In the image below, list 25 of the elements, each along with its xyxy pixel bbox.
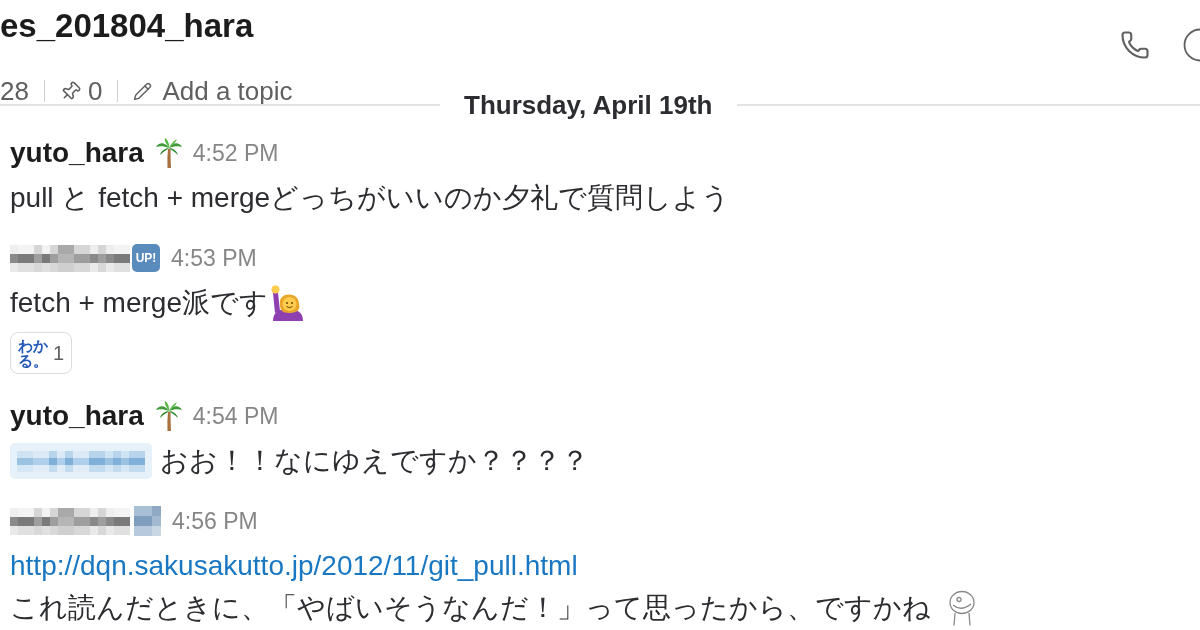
message-text: おお！！なにゆえですか？？？？ [160,444,589,478]
date-divider-label: Thursday, April 19th [463,92,714,118]
phone-icon[interactable] [1120,30,1150,60]
pixelated-emoji-icon [134,506,161,536]
up-status-badge: UP! [132,244,160,272]
reaction-count: 1 [53,342,65,364]
palm-tree-emoji-icon [155,401,182,431]
message-text: pull と fetch + mergeどっちがいいのか夕礼で質問しよう [10,181,731,215]
author-name[interactable]: yuto_hara [10,138,144,168]
author-name[interactable]: yuto_hara [10,401,144,431]
channel-name: es_201804_hara [0,6,254,46]
message-time[interactable]: 4:53 PM [171,244,257,272]
reaction-emoji: わかる。 [18,338,48,368]
pencil-icon[interactable] [133,81,153,101]
person-raising-hand-emoji-icon [270,285,306,321]
message-text: fetch + merge派です [10,286,268,320]
message-text: これ読んだときに、「やばいそうなんだ！」って思ったから、ですかね [10,591,931,625]
pinned-count[interactable]: 0 [87,76,103,106]
add-topic-link[interactable]: Add a topic [162,76,293,106]
palm-tree-emoji-icon [155,138,182,168]
message-link[interactable]: http://dqn.sakusakutto.jp/2012/11/git_pull.html [10,549,578,583]
message-time[interactable]: 4:56 PM [172,507,258,535]
member-count[interactable]: 28 [0,76,29,106]
message-time[interactable]: 4:54 PM [192,402,279,430]
message-time[interactable]: 4:52 PM [192,139,279,167]
